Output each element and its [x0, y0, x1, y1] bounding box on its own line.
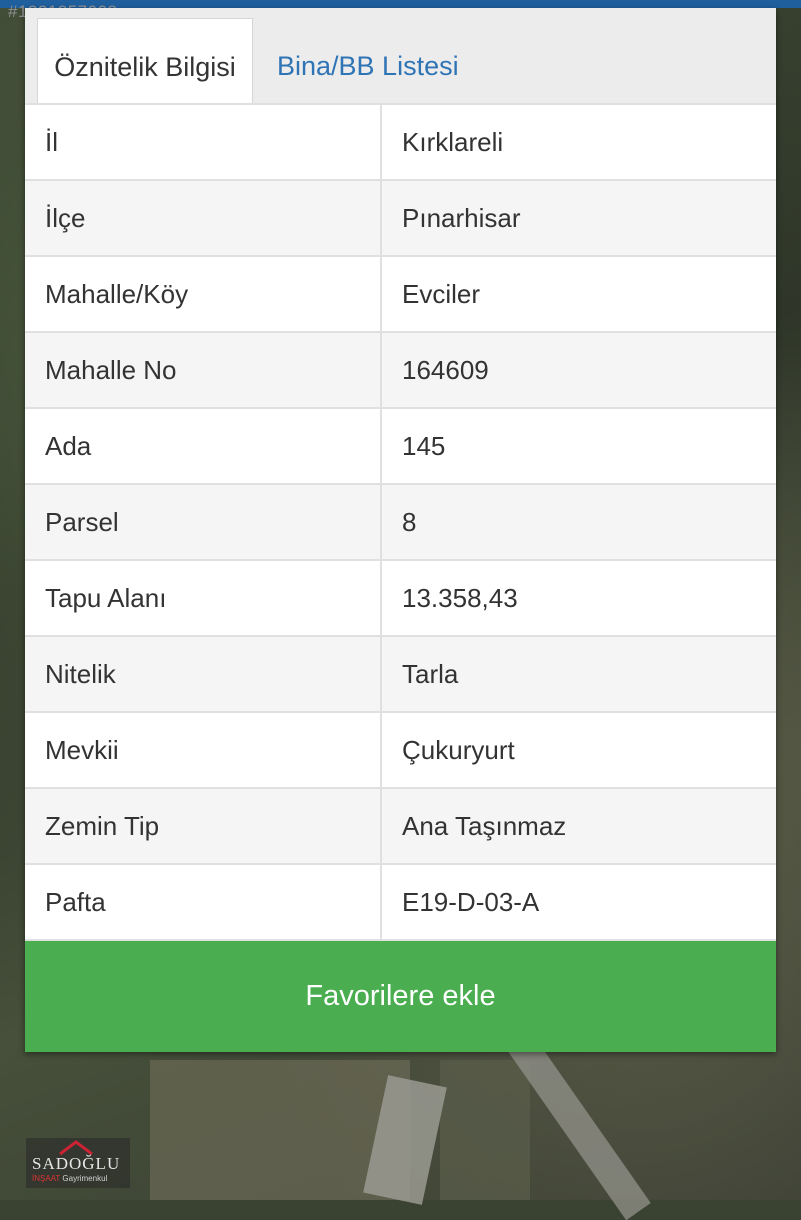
- top-bar: [0, 0, 801, 8]
- row-label: Mahalle/Köy: [25, 257, 382, 331]
- row-value: 164609: [402, 355, 489, 385]
- table-row: Tapu Alanı 13.358,43: [25, 561, 776, 637]
- row-label: Mahalle No: [25, 333, 382, 407]
- table-row: İl Kırklareli: [25, 105, 776, 181]
- attribute-table: İl Kırklareli İlçe Pınarhisar Mahalle/Kö…: [25, 103, 776, 941]
- row-label: Mevkii: [25, 713, 382, 787]
- row-label: İlçe: [25, 181, 382, 255]
- row-label: Tapu Alanı: [25, 561, 382, 635]
- table-row: Mahalle No 164609: [25, 333, 776, 409]
- row-label: Parsel: [25, 485, 382, 559]
- table-row: Zemin Tip Ana Taşınmaz: [25, 789, 776, 865]
- row-value: 8: [402, 507, 417, 537]
- row-value: Ana Taşınmaz: [402, 811, 567, 841]
- table-row: Mahalle/Köy Evciler: [25, 257, 776, 333]
- table-row: Mevkii Çukuryurt: [25, 713, 776, 789]
- table-row: Parsel 8: [25, 485, 776, 561]
- row-value: Evciler: [402, 279, 481, 309]
- row-value: Çukuryurt: [402, 735, 515, 765]
- row-value: Pınarhisar: [402, 203, 521, 233]
- table-row: Ada 145: [25, 409, 776, 485]
- logo-sub-left: İNŞAAT: [32, 1174, 61, 1183]
- row-value: 13.358,43: [402, 583, 518, 613]
- map-field: [440, 1060, 530, 1200]
- row-label: Nitelik: [25, 637, 382, 711]
- table-row: Pafta E19-D-03-A: [25, 865, 776, 941]
- logo-subtitle: İNŞAAT Gayrimenkul: [32, 1174, 107, 1183]
- row-label: Ada: [25, 409, 382, 483]
- logo-title: SADOĞLU: [32, 1154, 121, 1173]
- company-logo: SADOĞLU İNŞAAT Gayrimenkul: [26, 1138, 130, 1188]
- logo-sub-right: Gayrimenkul: [62, 1174, 108, 1183]
- row-label: Pafta: [25, 865, 382, 939]
- row-value: E19-D-03-A: [402, 887, 540, 917]
- row-value: 145: [402, 431, 446, 461]
- row-value: Kırklareli: [402, 127, 504, 157]
- tab-attribute-info[interactable]: Öznitelik Bilgisi: [37, 18, 253, 104]
- tab-bar: Öznitelik Bilgisi Bina/BB Listesi: [25, 8, 776, 104]
- tab-building-list[interactable]: Bina/BB Listesi: [277, 18, 459, 103]
- table-row: Nitelik Tarla: [25, 637, 776, 713]
- parcel-info-panel: Öznitelik Bilgisi Bina/BB Listesi İl Kır…: [25, 8, 776, 1052]
- row-label: Zemin Tip: [25, 789, 382, 863]
- add-to-favorites-button[interactable]: Favorilere ekle: [25, 941, 776, 1052]
- row-label: İl: [25, 105, 382, 179]
- row-value: Tarla: [402, 659, 459, 689]
- table-row: İlçe Pınarhisar: [25, 181, 776, 257]
